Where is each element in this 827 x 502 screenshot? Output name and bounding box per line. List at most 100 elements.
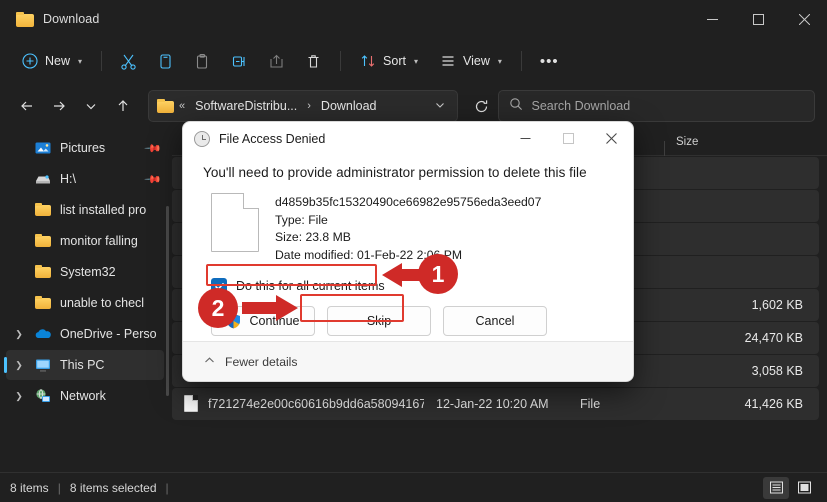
details-view-icon[interactable] bbox=[763, 476, 789, 499]
sidebar-item-label: unable to checl bbox=[60, 296, 145, 310]
breadcrumb-item-softwaredistribution[interactable]: SoftwareDistribu... bbox=[190, 96, 302, 116]
file-metadata: d4859b35fc15320490ce66982e95756eda3eed07… bbox=[275, 193, 541, 264]
sidebar-item-list-installed-programs[interactable]: list installed pro bbox=[6, 195, 164, 225]
new-label: New bbox=[45, 54, 71, 68]
chevron-right-icon[interactable]: ❯ bbox=[12, 360, 26, 371]
sidebar-item-label: Pictures bbox=[60, 141, 106, 155]
folder-icon bbox=[34, 294, 52, 312]
share-button[interactable] bbox=[259, 45, 294, 77]
file-date-modified: Date modified: 01-Feb-22 2:06 PM bbox=[275, 247, 462, 262]
do-this-for-all-checkbox-row[interactable]: Do this for all current items bbox=[211, 278, 613, 294]
maximize-icon bbox=[547, 122, 590, 155]
selection-count: 8 items selected bbox=[69, 480, 157, 495]
file-size: Size: 23.8 MB bbox=[275, 230, 351, 244]
fewer-details-toggle[interactable]: Fewer details bbox=[203, 354, 297, 370]
table-row[interactable]: f721274e2e00c60616b9dd6a58094167dd5... 1… bbox=[172, 388, 819, 420]
breadcrumb-separator-icon: › bbox=[307, 100, 311, 112]
refresh-icon[interactable] bbox=[468, 92, 496, 120]
skip-label: Skip bbox=[366, 314, 392, 328]
file-access-denied-dialog: File Access Denied You'll need to provid… bbox=[182, 121, 634, 382]
sort-label: Sort bbox=[383, 54, 406, 68]
folder-icon bbox=[34, 201, 52, 219]
folder-icon bbox=[157, 99, 174, 113]
dialog-heading: You'll need to provide administrator per… bbox=[203, 165, 587, 180]
back-arrow-icon[interactable] bbox=[12, 91, 42, 121]
paste-button[interactable] bbox=[185, 45, 220, 77]
sidebar-item-label: list installed pro bbox=[60, 203, 147, 217]
maximize-icon[interactable] bbox=[735, 0, 781, 38]
pin-icon[interactable]: 📌 bbox=[144, 139, 163, 157]
sidebar-item-label: H:\ bbox=[60, 172, 76, 186]
dialog-body: You'll need to provide administrator per… bbox=[183, 155, 633, 341]
large-icons-view-icon[interactable] bbox=[791, 477, 817, 499]
sidebar-item-unable-to-check[interactable]: unable to checl bbox=[6, 288, 164, 318]
chevron-down-icon: ▾ bbox=[497, 56, 502, 66]
cell-size: 24,470 KB bbox=[744, 331, 803, 345]
minimize-icon[interactable] bbox=[689, 0, 735, 38]
dialog-footer: Fewer details bbox=[183, 341, 633, 381]
status-bar: 8 items | 8 items selected | bbox=[0, 472, 827, 502]
pin-icon[interactable]: 📌 bbox=[144, 170, 163, 188]
chevron-right-icon[interactable]: ❯ bbox=[12, 329, 26, 340]
up-arrow-icon[interactable] bbox=[108, 91, 138, 121]
new-button[interactable]: New ▾ bbox=[12, 45, 92, 77]
close-icon[interactable] bbox=[590, 122, 633, 155]
sidebar-item-h-drive[interactable]: H:\ 📌 bbox=[6, 164, 164, 194]
chevron-right-icon[interactable]: ❯ bbox=[12, 391, 26, 402]
sidebar-scrollbar[interactable] bbox=[166, 206, 169, 396]
folder-icon bbox=[34, 263, 52, 281]
sidebar-item-label: OneDrive - Perso bbox=[60, 327, 157, 341]
chevron-down-icon[interactable] bbox=[427, 99, 453, 113]
sidebar-item-network[interactable]: ❯ Network bbox=[6, 381, 164, 411]
forward-arrow-icon[interactable] bbox=[44, 91, 74, 121]
minimize-icon[interactable] bbox=[504, 122, 547, 155]
window-title: Download bbox=[43, 12, 100, 26]
skip-button[interactable]: Skip bbox=[327, 306, 431, 336]
ellipsis-icon: ••• bbox=[539, 52, 559, 70]
sidebar-item-monitor-falling[interactable]: monitor falling bbox=[6, 226, 164, 256]
rename-button[interactable] bbox=[222, 45, 257, 77]
sidebar-item-system32[interactable]: System32 bbox=[6, 257, 164, 287]
chevron-down-icon: ▾ bbox=[78, 56, 83, 66]
sidebar-item-label: monitor falling bbox=[60, 234, 138, 248]
toolbar-divider bbox=[340, 51, 342, 71]
annotation-badge-1: 1 bbox=[418, 254, 458, 294]
cancel-button[interactable]: Cancel bbox=[443, 306, 547, 336]
toolbar-divider bbox=[101, 51, 103, 71]
drive-icon bbox=[34, 170, 52, 188]
cut-button[interactable] bbox=[111, 45, 146, 77]
close-icon[interactable] bbox=[781, 0, 827, 38]
more-options-button[interactable]: ••• bbox=[531, 45, 568, 77]
item-count: 8 items bbox=[10, 480, 49, 495]
file-type: Type: File bbox=[275, 212, 328, 227]
title-bar: Download bbox=[0, 0, 827, 38]
column-header-size[interactable]: Size bbox=[664, 136, 827, 156]
sort-button[interactable]: Sort ▾ bbox=[350, 45, 428, 77]
continue-label: Continue bbox=[249, 314, 300, 328]
dialog-buttons: Continue Skip Cancel bbox=[211, 306, 613, 336]
window-controls bbox=[689, 0, 827, 38]
copy-button[interactable] bbox=[148, 45, 183, 77]
sidebar-item-onedrive[interactable]: ❯ OneDrive - Perso bbox=[6, 319, 164, 349]
view-label: View bbox=[462, 54, 490, 68]
dialog-window-controls bbox=[504, 122, 633, 155]
sidebar-item-label: System32 bbox=[60, 265, 116, 279]
cell-type: File bbox=[580, 397, 601, 411]
file-explorer-window: Download New ▾ Sort ▾ View ▾ ••• « Softw… bbox=[0, 0, 827, 502]
dialog-title-bar: File Access Denied bbox=[183, 122, 633, 155]
annotation-badge-2: 2 bbox=[198, 288, 238, 328]
this-pc-icon bbox=[34, 356, 52, 374]
sidebar-item-pictures[interactable]: Pictures 📌 bbox=[6, 133, 164, 163]
delete-button[interactable] bbox=[296, 45, 331, 77]
cell-name: f721274e2e00c60616b9dd6a58094167dd5... bbox=[208, 397, 424, 411]
search-icon bbox=[509, 97, 523, 116]
file-icon bbox=[182, 395, 200, 413]
breadcrumb-item-download[interactable]: Download bbox=[316, 96, 382, 116]
view-button[interactable]: View ▾ bbox=[430, 45, 512, 77]
breadcrumb[interactable]: « SoftwareDistribu... › Download bbox=[148, 90, 458, 122]
sidebar-item-this-pc[interactable]: ❯ This PC bbox=[4, 350, 164, 380]
search-input[interactable]: Search Download bbox=[497, 90, 815, 122]
folder-icon bbox=[16, 11, 34, 27]
breadcrumb-overflow-icon[interactable]: « bbox=[177, 100, 187, 112]
recent-locations-icon[interactable] bbox=[76, 91, 106, 121]
